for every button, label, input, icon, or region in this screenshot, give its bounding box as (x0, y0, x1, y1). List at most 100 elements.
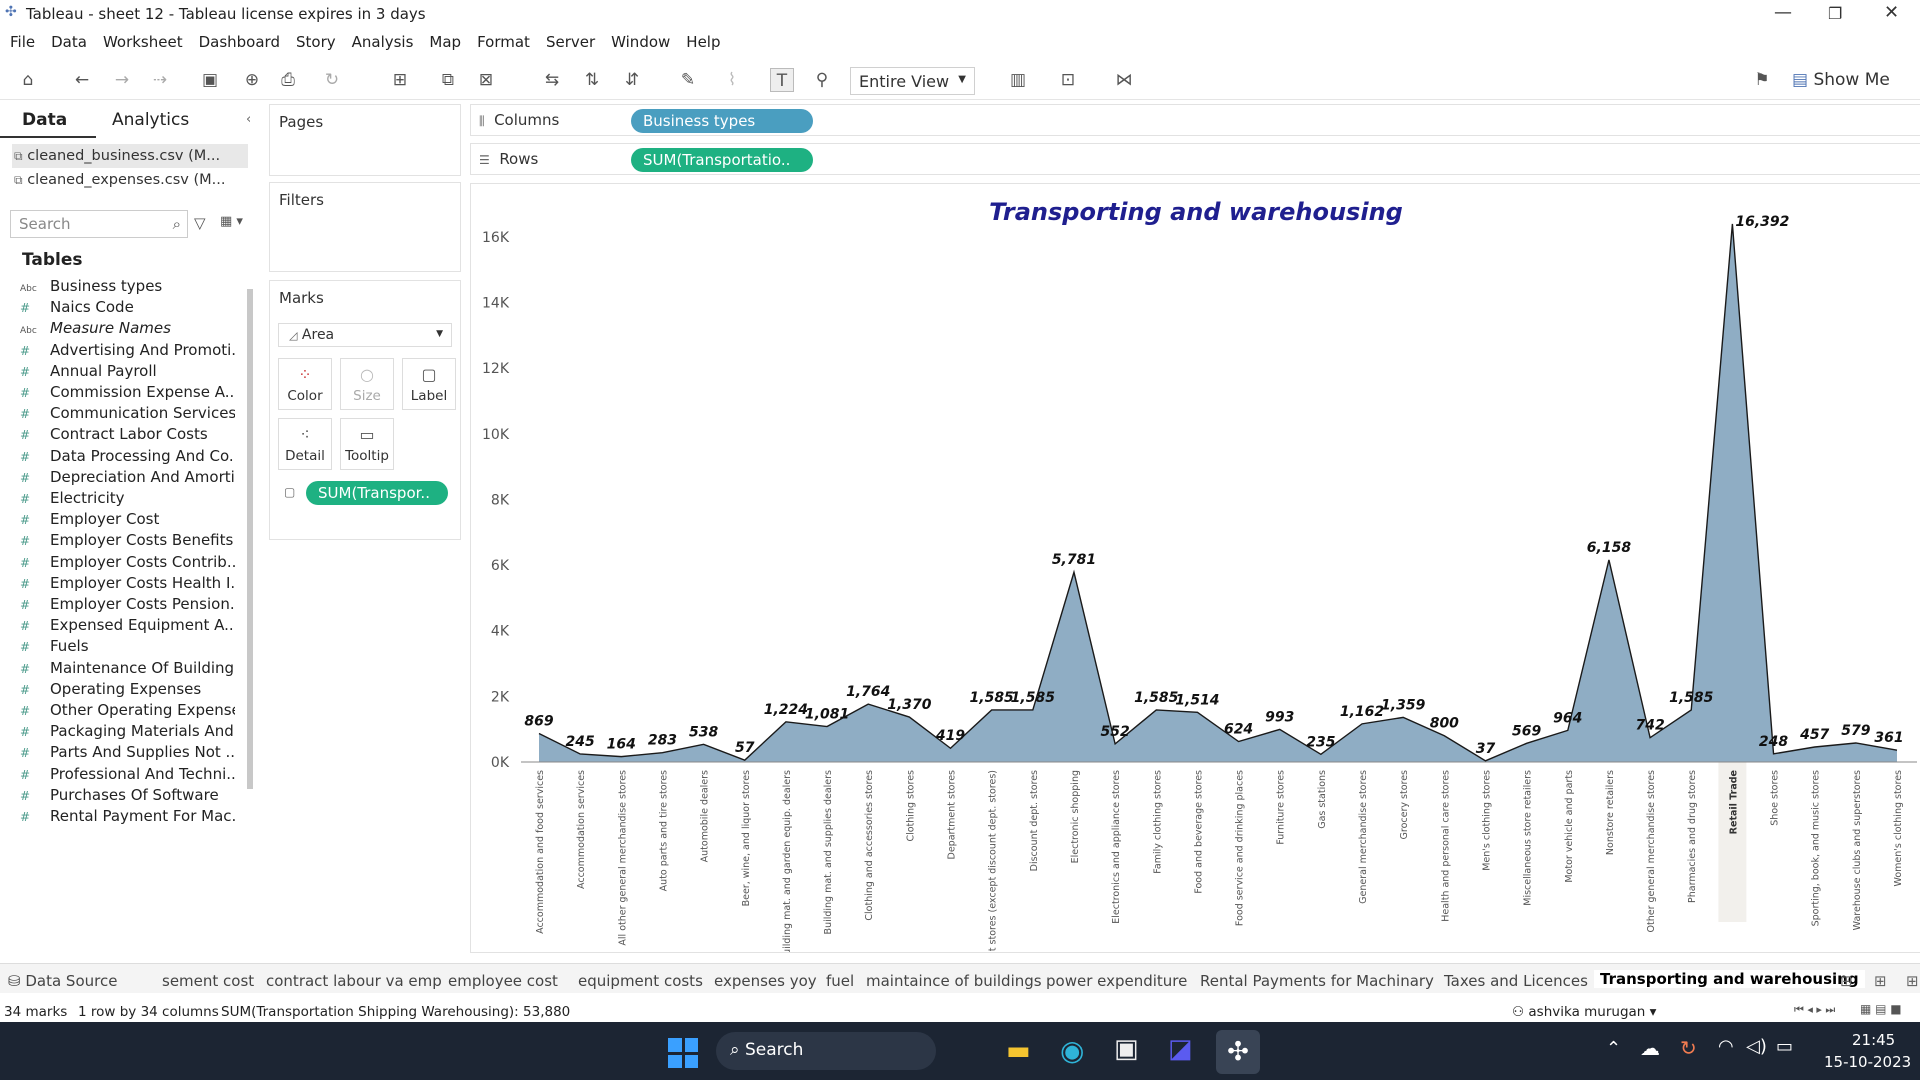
minimize-icon[interactable]: — (1774, 2, 1792, 23)
field-item[interactable]: # Professional And Techni... (20, 765, 235, 787)
collapse-icon[interactable]: ‹ (246, 112, 251, 127)
menu-item[interactable]: Format (477, 30, 530, 51)
sheet-tab[interactable]: maintaince of buildings (866, 972, 1042, 990)
new-worksheet-icon[interactable]: ⊞ (388, 68, 412, 92)
share-icon[interactable]: ⋈ (1112, 68, 1136, 92)
presentation-icon[interactable]: ⊡ (1056, 68, 1080, 92)
new-worksheet-tab-icon[interactable]: ⊞ (1840, 972, 1853, 990)
sort-desc-icon[interactable]: ⇵ (620, 68, 644, 92)
clock-date[interactable]: 15-10-2023 (1824, 1053, 1911, 1071)
cloud-icon[interactable]: ☁ (1640, 1036, 1660, 1060)
new-story-tab-icon[interactable]: ⊞ (1906, 972, 1919, 990)
menu-item[interactable]: Server (546, 30, 595, 51)
sheet-tab[interactable]: contract labour va emp (266, 972, 442, 990)
sheet-nav-icon[interactable]: ⏮ ◂ ▸ ⏭ (1794, 1003, 1835, 1017)
tableau-taskbar-icon[interactable]: ✣ (1216, 1030, 1260, 1074)
sort-asc-icon[interactable]: ⇅ (580, 68, 604, 92)
field-item[interactable]: # Annual Payroll (20, 362, 235, 384)
field-item[interactable]: # Other Operating Expenses (20, 701, 235, 723)
field-item[interactable]: Abc Measure Names (20, 319, 235, 341)
field-item[interactable]: # Employer Costs Benefits (20, 531, 235, 553)
field-item[interactable]: # Naics Code (20, 298, 235, 320)
field-item[interactable]: # Electricity (20, 489, 235, 511)
menu-item[interactable]: Data (51, 30, 87, 51)
sheet-tab[interactable]: Rental Payments for Machinary (1200, 972, 1434, 990)
field-item[interactable]: Abc Business types (20, 277, 235, 299)
field-item[interactable]: # Fuels (20, 637, 235, 659)
menu-item[interactable]: Window (611, 30, 670, 51)
duplicate-icon[interactable]: ⧉ (436, 68, 460, 92)
taskbar-search[interactable]: ⌕ Search (716, 1032, 936, 1070)
field-item[interactable]: # Employer Costs Pension... (20, 595, 235, 617)
search-input[interactable]: Search ⌕ (10, 210, 188, 238)
menu-item[interactable]: Help (686, 30, 720, 51)
group-icon[interactable]: ⌇ (720, 68, 744, 92)
columns-pill[interactable]: Business types (631, 109, 813, 133)
new-dashboard-tab-icon[interactable]: ⊞ (1874, 972, 1887, 990)
field-item[interactable]: # Expensed Equipment A... (20, 616, 235, 638)
detail-button[interactable]: ⁖ Detail (278, 418, 332, 470)
field-item[interactable]: # Maintenance Of Building... (20, 659, 235, 681)
viz-area[interactable]: Transporting and warehousing 0K 2K 4K 6K 8K 10… (470, 183, 1920, 953)
field-item[interactable]: # Advertising And Promoti... (20, 341, 235, 363)
area-chart[interactable]: Transporting and warehousing 0K 2K 4K 6K 8K 10… (471, 184, 1920, 952)
field-item[interactable]: # Employer Cost (20, 510, 235, 532)
menu-item[interactable]: Analysis (352, 30, 414, 51)
mark-type-dropdown[interactable]: ◿ Area ▼ (278, 323, 452, 347)
sheet-tab[interactable]: equipment costs (578, 972, 703, 990)
filters-card[interactable]: Filters (269, 182, 461, 272)
field-item[interactable]: # Data Processing And Co... (20, 447, 235, 469)
volume-icon[interactable]: ◁) (1746, 1036, 1767, 1057)
field-item[interactable]: # Operating Expenses (20, 680, 235, 702)
new-datasource-icon[interactable]: ⊕ (240, 68, 264, 92)
app-icon[interactable]: ◪ (1168, 1034, 1193, 1064)
tab-analytics[interactable]: Analytics (112, 110, 189, 130)
battery-icon[interactable]: ▭ (1776, 1036, 1793, 1057)
tab-data-source[interactable]: ⛁ Data Source (8, 972, 117, 990)
view-toggle-icon[interactable]: ▦ ▤ ■ (1860, 1002, 1902, 1016)
replay-icon[interactable]: ⇢ (148, 68, 172, 92)
field-item[interactable]: # Employer Costs Contrib... (20, 553, 235, 575)
fit-dropdown[interactable]: Entire View ▼ (850, 67, 975, 95)
swap-icon[interactable]: ⇆ (540, 68, 564, 92)
tab-data[interactable]: Data (22, 110, 67, 130)
menu-item[interactable]: Dashboard (199, 30, 280, 51)
store-icon[interactable]: ▣ (1114, 1034, 1139, 1064)
pin-icon[interactable]: ⚑ (1750, 68, 1774, 92)
close-icon[interactable]: ✕ (1884, 2, 1899, 23)
sheet-tab[interactable]: sement cost (162, 972, 254, 990)
field-item[interactable]: # Commission Expense A... (20, 383, 235, 405)
show-me-button[interactable]: ▤ Show Me (1792, 70, 1890, 90)
menu-item[interactable]: File (10, 30, 35, 51)
refresh-icon[interactable]: ↻ (320, 68, 344, 92)
sheet-tab[interactable]: power expenditure (1046, 972, 1187, 990)
field-item[interactable]: # Employer Costs Health I... (20, 574, 235, 596)
rows-pill[interactable]: SUM(Transportatio.. (631, 148, 813, 172)
sheet-tab[interactable]: Transporting and warehousing (1594, 970, 1865, 988)
menu-item[interactable]: Map (429, 30, 461, 51)
field-item[interactable]: # Packaging Materials And... (20, 722, 235, 744)
tooltip-button[interactable]: ▭ Tooltip (340, 418, 394, 470)
fix-axes-icon[interactable]: ⚲ (810, 68, 834, 92)
marks-field-pill[interactable]: SUM(Transpor.. (306, 481, 448, 505)
field-item[interactable]: # Depreciation And Amorti... (20, 468, 235, 490)
start-icon[interactable] (668, 1038, 698, 1068)
menu-item[interactable]: Story (296, 30, 336, 51)
color-button[interactable]: ⁘ Color (278, 358, 332, 410)
menu-item[interactable]: Worksheet (103, 30, 183, 51)
sheet-tab[interactable]: expenses yoy (714, 972, 817, 990)
show-labels-icon[interactable]: T (770, 68, 794, 92)
field-item[interactable]: # Contract Labor Costs (20, 425, 235, 447)
sync-icon[interactable]: ↻ (1680, 1036, 1697, 1060)
label-button[interactable]: ▢ Label (402, 358, 456, 410)
undo-icon[interactable]: ← (70, 68, 94, 92)
sheet-tab[interactable]: Taxes and Licences (1444, 972, 1588, 990)
datasource-item[interactable]: ⧉ cleaned_business.csv (M... (14, 148, 220, 164)
size-button[interactable]: ○ Size (340, 358, 394, 410)
field-item[interactable]: # Communication Services (20, 404, 235, 426)
chevron-up-icon[interactable]: ⌃ (1606, 1038, 1621, 1059)
save-icon[interactable]: ▣ (198, 68, 222, 92)
datasource-item[interactable]: ⧉ cleaned_expenses.csv (M... (14, 172, 225, 188)
scrollbar[interactable] (247, 289, 253, 789)
clock-time[interactable]: 21:45 (1852, 1031, 1895, 1049)
